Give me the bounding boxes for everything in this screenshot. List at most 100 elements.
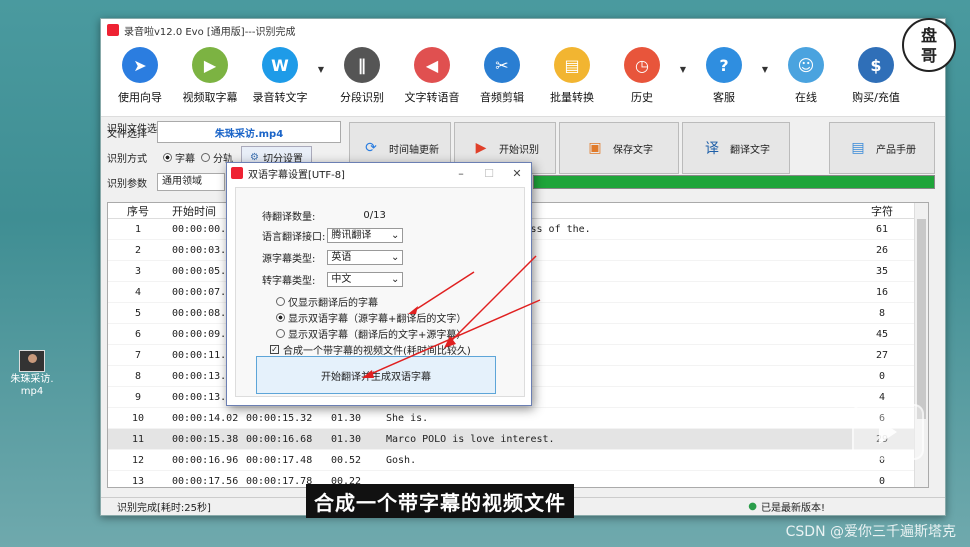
user-icon: ☺: [788, 47, 824, 83]
bilingual-subtitle-dialog: 双语字幕设置[UTF-8] – ☐ ✕ 待翻译数量: 0/13 语言翻译接口: …: [226, 162, 532, 406]
cell-no: 11: [131, 433, 145, 445]
dropdown-arrow-icon[interactable]: ▼: [315, 45, 327, 74]
status-left-text: 识别完成[耗时:25秒]: [117, 503, 211, 514]
src-select[interactable]: 英语 ⌄: [327, 250, 404, 265]
scissors-icon: ✂: [484, 47, 520, 83]
cell-dur: 00.52: [330, 454, 362, 466]
option-source-first-radio[interactable]: [276, 313, 285, 322]
toolbar-button-label: 使用向导: [118, 91, 162, 104]
file-select-field[interactable]: 朱珠采访.mp4: [157, 121, 341, 143]
status-right-text: 已是最新版本!: [760, 503, 825, 514]
cell-text: Gosh.: [386, 454, 417, 466]
table-row[interactable]: 11 00:00:15.38 00:00:16.68 01.30 Marco POLO …: [108, 429, 928, 450]
dialog-titlebar: 双语字幕设置[UTF-8] – ☐ ✕: [227, 163, 531, 183]
cell-no: 5: [134, 307, 142, 319]
cell-chars: 0: [878, 475, 886, 487]
cell-chars: 35: [875, 265, 889, 277]
merge-video-checkbox[interactable]: ✓: [270, 345, 279, 354]
cell-end: 00:00:16.68: [246, 433, 313, 445]
desktop-video-file[interactable]: 朱珠采访. mp4: [6, 350, 58, 398]
cell-text: Marco POLO is love interest.: [386, 433, 555, 445]
toolbar-button-1[interactable]: ➤ 使用向导: [105, 45, 175, 105]
cell-no: 2: [134, 244, 142, 256]
video-icon: ▶: [192, 47, 228, 83]
dropdown-arrow-icon[interactable]: ▼: [759, 45, 771, 74]
option-translated-first-radio[interactable]: [276, 329, 285, 338]
maximize-icon[interactable]: ☐: [475, 167, 503, 180]
close-icon[interactable]: ✕: [503, 167, 531, 180]
toolbar-button-3[interactable]: W 录音转文字: [245, 45, 315, 105]
option-source-first-label: 显示双语字幕（源字幕+翻译后的文字）: [288, 314, 467, 325]
toolbar-button-11[interactable]: $ 购买/充值: [841, 45, 911, 105]
translate-text-label: 翻译文字: [730, 144, 770, 156]
table-row[interactable]: 12 00:00:16.96 00:00:17.48 00.52 Gosh. 0: [108, 450, 928, 471]
translate-text-button[interactable]: 译 翻译文字: [682, 122, 790, 174]
brand-logo: 盘 哥: [902, 18, 956, 72]
cell-no: 9: [134, 391, 142, 403]
cell-chars: 4: [878, 391, 886, 403]
desktop-file-label-1: 朱珠采访.: [10, 374, 54, 385]
params-select[interactable]: 通用领域: [157, 173, 225, 191]
file-select-label: 文件选择: [107, 128, 147, 140]
api-label: 语言翻译接口:: [262, 232, 326, 243]
cell-chars: 16: [875, 286, 889, 298]
cell-chars: 45: [875, 328, 889, 340]
timeline-update-label: 时间轴更新: [389, 144, 439, 156]
cell-no: 13: [131, 475, 145, 487]
cell-chars: 8: [878, 307, 886, 319]
toolbar-button-5[interactable]: ◀ 文字转语音: [397, 45, 467, 105]
toolbar-button-label: 分段识别: [340, 91, 384, 104]
toolbar-button-label: 录音转文字: [252, 91, 308, 104]
toolbar-button-4[interactable]: ∥ 分段识别: [327, 45, 397, 105]
video-thumbnail-icon: [19, 350, 45, 372]
dialog-title: 双语字幕设置[UTF-8]: [248, 169, 345, 181]
cell-start: 00:00:16.96: [172, 454, 239, 466]
mode-segment-radio[interactable]: [201, 152, 210, 162]
toolbar-button-9[interactable]: ? 客服: [689, 45, 759, 105]
start-translate-label: 开始翻译并生成双语字幕: [321, 371, 431, 383]
toolbar-button-8[interactable]: ◷ 历史: [607, 45, 677, 105]
progress-bar: [533, 175, 935, 189]
logo-char-2: 哥: [920, 46, 937, 65]
cell-text: She is.: [386, 412, 429, 424]
save-text-button[interactable]: ▣ 保存文字: [559, 122, 679, 174]
toolbar-button-10[interactable]: ☺ 在线: [771, 45, 841, 105]
update-ok-icon: ●: [748, 501, 757, 512]
mode-subtitle-radio[interactable]: [163, 152, 172, 162]
scroll-thumb[interactable]: [917, 219, 926, 419]
col-chars[interactable]: 字符: [850, 203, 914, 218]
dst-select-value: 中文: [331, 274, 352, 285]
api-select[interactable]: 腾讯翻译 ⌄: [327, 228, 404, 243]
minimize-icon[interactable]: –: [447, 167, 475, 180]
table-row[interactable]: 10 00:00:14.02 00:00:15.32 01.30 She is. 6: [108, 408, 928, 429]
app-icon: [107, 24, 119, 36]
col-no[interactable]: 序号: [108, 203, 168, 218]
option-translated-only-radio[interactable]: [276, 297, 285, 306]
dst-select[interactable]: 中文 ⌄: [327, 272, 404, 287]
toolbar-button-label: 在线: [795, 91, 817, 104]
watermark-text: CSDN @爱你三千遍斯塔克: [785, 524, 956, 540]
toolbar-button-7[interactable]: ▤ 批量转换: [537, 45, 607, 105]
start-translate-button[interactable]: 开始翻译并生成双语字幕: [256, 356, 496, 394]
toolbar-button-2[interactable]: ▶ 视频取字幕: [175, 45, 245, 105]
save-text-label: 保存文字: [613, 144, 653, 156]
w-icon: W: [262, 47, 298, 83]
cell-dur: 01.30: [330, 412, 362, 424]
dialog-app-icon: [231, 167, 243, 179]
chevron-down-icon: ⌄: [390, 252, 400, 263]
desktop-file-label-2: mp4: [20, 386, 44, 397]
toolbar: ➤ 使用向导 ▶ 视频取字幕 W 录音转文字 ▼ ∥ 分段识别 ◀ 文字转语音 ✂ 音频剪辑 ▤ 批量转换 ◷…: [101, 41, 945, 117]
dropdown-arrow-icon[interactable]: ▼: [677, 45, 689, 74]
option-translated-only-label: 仅显示翻译后的字幕: [288, 298, 378, 309]
toolbar-button-6[interactable]: ✂ 音频剪辑: [467, 45, 537, 105]
start-recognition-label: 开始识别: [499, 144, 539, 156]
product-manual-button[interactable]: ▤ 产品手册: [829, 122, 935, 174]
toolbar-button-label: 历史: [631, 91, 653, 104]
cart-icon: $: [858, 47, 894, 83]
window-titlebar: 录音啦v12.0 Evo [通用版]---识别完成: [101, 19, 945, 41]
cell-no: 7: [134, 349, 142, 361]
dialog-body: 待翻译数量: 0/13 语言翻译接口: 腾讯翻译 ⌄ 源字幕类型: 英语 ⌄ 转字幕…: [235, 187, 525, 397]
cell-no: 8: [134, 370, 142, 382]
video-play-overlay-icon[interactable]: [852, 404, 924, 460]
pending-value: 0/13: [363, 210, 386, 221]
